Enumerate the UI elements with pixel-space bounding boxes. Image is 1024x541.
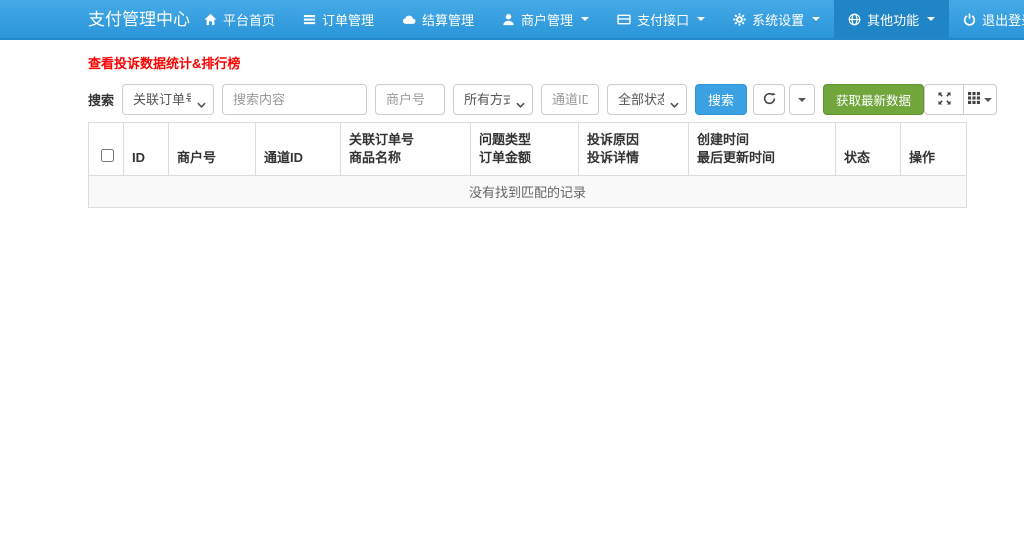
pay-method-select[interactable]: 所有方式 bbox=[453, 84, 534, 115]
header-id: ID bbox=[123, 121, 169, 177]
globe-icon bbox=[848, 13, 861, 26]
fullscreen-icon bbox=[938, 91, 951, 108]
header-problem-type: 问题类型 订单金额 bbox=[470, 121, 579, 177]
cloud-icon bbox=[402, 13, 416, 26]
refresh-button[interactable] bbox=[753, 84, 786, 115]
list-icon bbox=[303, 13, 316, 26]
merchant-no-input[interactable] bbox=[375, 84, 446, 115]
header-channel-id: 通道ID bbox=[255, 121, 341, 177]
chevron-down-icon bbox=[697, 17, 706, 21]
fullscreen-button[interactable] bbox=[924, 84, 965, 115]
nav-item-payment-api[interactable]: 支付接口 bbox=[603, 0, 719, 38]
main-content: 查看投诉数据统计&排行榜 搜索 关联订单号 所有方式 bbox=[88, 40, 998, 209]
header-select-all-cell bbox=[88, 121, 124, 177]
nav-item-settlement[interactable]: 结算管理 bbox=[388, 0, 488, 38]
header-order-no: 关联订单号 商品名称 bbox=[340, 121, 471, 177]
nav-item-label: 系统设置 bbox=[752, 12, 805, 28]
user-icon bbox=[502, 13, 515, 26]
columns-dropdown-button[interactable] bbox=[963, 84, 998, 115]
status-select[interactable]: 全部状态 bbox=[607, 84, 688, 115]
nav-item-merchants[interactable]: 商户管理 bbox=[488, 0, 603, 38]
nav-item-orders[interactable]: 订单管理 bbox=[289, 0, 388, 38]
home-icon bbox=[204, 13, 217, 26]
chevron-down-icon bbox=[581, 17, 590, 21]
search-button[interactable]: 搜索 bbox=[695, 84, 748, 115]
header-complaint-reason: 投诉原因 投诉详情 bbox=[578, 121, 689, 177]
search-options-dropdown-button[interactable] bbox=[789, 84, 816, 115]
select-all-checkbox[interactable] bbox=[101, 149, 114, 163]
nav-item-label: 结算管理 bbox=[422, 12, 475, 28]
nav-item-label: 平台首页 bbox=[223, 12, 276, 28]
search-content-input[interactable] bbox=[222, 84, 368, 115]
caret-down-icon bbox=[798, 97, 807, 102]
caret-down-icon bbox=[984, 97, 993, 102]
nav-item-label: 其他功能 bbox=[867, 12, 920, 28]
header-create-time: 创建时间 最后更新时间 bbox=[688, 121, 836, 177]
nav-item-label: 退出登录 bbox=[982, 12, 1024, 28]
columns-grid-icon bbox=[968, 92, 981, 107]
nav-menu: 平台首页 订单管理 结算管理 商户管理 支付接口 系统设置 其他功能 退出登 bbox=[190, 0, 1024, 38]
nav-item-label: 支付接口 bbox=[637, 12, 690, 28]
table-tools-group bbox=[924, 84, 998, 115]
nav-item-system-settings[interactable]: 系统设置 bbox=[719, 0, 834, 38]
gear-icon bbox=[733, 12, 746, 26]
power-icon bbox=[963, 13, 976, 26]
header-merchant-no: 商户号 bbox=[168, 121, 256, 177]
empty-row: 没有找到匹配的记录 bbox=[88, 175, 967, 209]
complaints-table: ID 商户号 通道ID 关联订单号 商品名称 问题类型 订单金额 投诉原因 投诉… bbox=[88, 121, 967, 209]
search-label: 搜索 bbox=[88, 93, 115, 108]
nav-item-label: 商户管理 bbox=[521, 12, 574, 28]
header-status: 状态 bbox=[835, 121, 901, 177]
nav-item-other-functions[interactable]: 其他功能 bbox=[834, 0, 950, 38]
table-header-row: ID 商户号 通道ID 关联订单号 商品名称 问题类型 订单金额 投诉原因 投诉… bbox=[88, 121, 967, 177]
nav-item-home[interactable]: 平台首页 bbox=[190, 0, 289, 38]
chevron-down-icon bbox=[812, 17, 821, 21]
refresh-icon bbox=[763, 92, 776, 108]
search-toolbar: 搜索 关联订单号 所有方式 全部状态 bbox=[88, 84, 998, 115]
top-navbar: 支付管理中心 平台首页 订单管理 结算管理 商户管理 支付接口 系统设置 其他功… bbox=[0, 0, 1024, 40]
channel-id-input[interactable] bbox=[541, 84, 600, 115]
search-type-select[interactable]: 关联订单号 bbox=[122, 84, 215, 115]
nav-item-logout[interactable]: 退出登录 bbox=[949, 0, 1024, 38]
fetch-latest-button[interactable]: 获取最新数据 bbox=[823, 84, 925, 115]
no-records-message: 没有找到匹配的记录 bbox=[88, 175, 967, 209]
chevron-down-icon bbox=[927, 17, 936, 21]
card-icon bbox=[617, 13, 631, 26]
header-actions: 操作 bbox=[900, 121, 967, 177]
app-title: 支付管理中心 bbox=[88, 10, 190, 29]
nav-item-label: 订单管理 bbox=[322, 12, 375, 28]
complaint-stats-link[interactable]: 查看投诉数据统计&排行榜 bbox=[88, 53, 240, 72]
